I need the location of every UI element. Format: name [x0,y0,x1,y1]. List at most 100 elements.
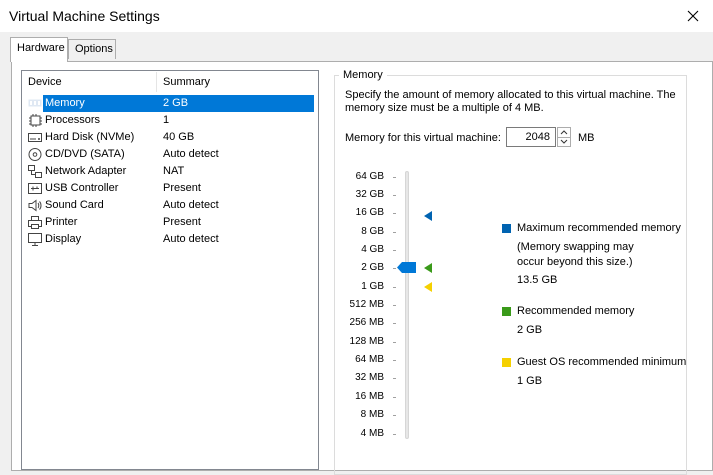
legend-recommended-value: 2 GB [517,324,543,336]
column-divider[interactable] [156,72,157,92]
device-list[interactable]: Device Summary Memory 2 GB Processors 1 … [21,70,319,470]
device-name: Hard Disk (NVMe) [45,131,135,143]
legend-minimum-label: Guest OS recommended minimum [517,356,687,368]
window-title: Virtual Machine Settings [9,8,160,24]
memory-icon [27,96,43,111]
scale-label: 32 GB [355,189,384,200]
device-name: Display [45,233,82,245]
memory-unit: MB [578,132,595,144]
device-summary: 40 GB [163,131,195,143]
device-summary: NAT [163,165,185,177]
max-recommended-marker [423,211,433,221]
close-icon [687,10,699,22]
scale-tick [393,268,396,269]
scale-label: 16 MB [355,391,384,402]
display-icon [27,232,43,247]
device-summary: Present [163,182,201,194]
scale-label: 16 GB [355,207,384,218]
column-header-summary[interactable]: Summary [163,76,210,88]
device-row-memory[interactable]: Memory 2 GB [22,95,318,112]
memory-group-title: Memory [339,69,387,81]
spin-down-button[interactable] [558,137,570,146]
processor-icon [27,113,43,128]
scale-label: 128 MB [349,336,384,347]
title-bar: Virtual Machine Settings [0,0,713,32]
scale-tick [393,434,396,435]
scale-label: 4 GB [361,244,384,255]
scale-label: 1 GB [361,281,384,292]
scale-tick [393,360,396,361]
device-summary: Auto detect [163,199,219,211]
tab-hardware[interactable]: Hardware [10,37,68,62]
device-name: Network Adapter [45,165,127,177]
memory-slider-thumb[interactable] [397,262,416,273]
memory-field-label: Memory for this virtual machine: [345,132,501,144]
legend-max-note: (Memory swapping may occur beyond this s… [517,241,634,268]
scale-tick [393,415,396,416]
device-row-printer[interactable]: Printer Present [22,214,318,231]
column-header-device[interactable]: Device [28,76,62,88]
device-row-usb-controller[interactable]: USB Controller Present [22,180,318,197]
scale-label: 2 GB [361,262,384,273]
minimum-marker [423,282,433,292]
memory-slider-track[interactable] [405,171,409,439]
device-name: Processors [45,114,101,126]
scale-tick [393,305,396,306]
legend-minimum-value: 1 GB [517,375,543,387]
scale-tick [393,195,396,196]
hard-disk-icon [27,130,43,145]
device-row-network-adapter[interactable]: Network Adapter NAT [22,163,318,180]
scale-label: 64 MB [355,354,384,365]
memory-spinner[interactable] [557,127,571,147]
legend-recommended-label: Recommended memory [517,305,635,317]
device-row-display[interactable]: Display Auto detect [22,231,318,248]
scale-tick [393,287,396,288]
scale-label: 8 GB [361,226,384,237]
device-summary: 2 GB [159,95,314,112]
legend-recommended-swatch [502,307,511,316]
device-row-cd-dvd[interactable]: CD/DVD (SATA) Auto detect [22,146,318,163]
printer-icon [27,215,43,230]
scale-label: 32 MB [355,372,384,383]
device-summary: Present [163,216,201,228]
device-summary: Auto detect [163,148,219,160]
scale-tick [393,378,396,379]
device-name: Sound Card [45,199,104,211]
scale-tick [393,397,396,398]
chevron-down-icon [560,139,568,144]
memory-description: Specify the amount of memory allocated t… [345,89,676,114]
device-name: Memory [43,95,159,112]
recommended-marker [423,263,433,273]
legend-max-swatch [502,224,511,233]
device-name: USB Controller [45,182,119,194]
close-button[interactable] [681,4,705,28]
device-row-sound-card[interactable]: Sound Card Auto detect [22,197,318,214]
legend-max-label: Maximum recommended memory [517,222,681,234]
usb-icon [27,181,43,196]
device-summary: Auto detect [163,233,219,245]
device-row-processors[interactable]: Processors 1 [22,112,318,129]
device-summary: 1 [163,114,170,126]
scale-tick [393,177,396,178]
scale-label: 64 GB [355,171,384,182]
scale-tick [393,213,396,214]
legend-minimum-swatch [502,358,511,367]
speaker-icon [27,198,43,213]
chevron-up-icon [560,130,568,135]
cd-dvd-icon [27,147,43,162]
tab-options[interactable]: Options [68,39,116,59]
scale-label: 512 MB [349,299,384,310]
network-icon [27,164,43,179]
device-name: CD/DVD (SATA) [45,148,125,160]
scale-tick [393,232,396,233]
scale-label: 256 MB [349,317,384,328]
memory-input[interactable]: 2048 [506,127,556,147]
legend-max-value: 13.5 GB [517,274,558,286]
scale-tick [393,250,396,251]
scale-tick [393,323,396,324]
device-row-hard-disk[interactable]: Hard Disk (NVMe) 40 GB [22,129,318,146]
scale-label: 4 MB [360,428,384,439]
scale-tick [393,342,396,343]
device-name: Printer [45,216,78,228]
scale-label: 8 MB [360,409,384,420]
